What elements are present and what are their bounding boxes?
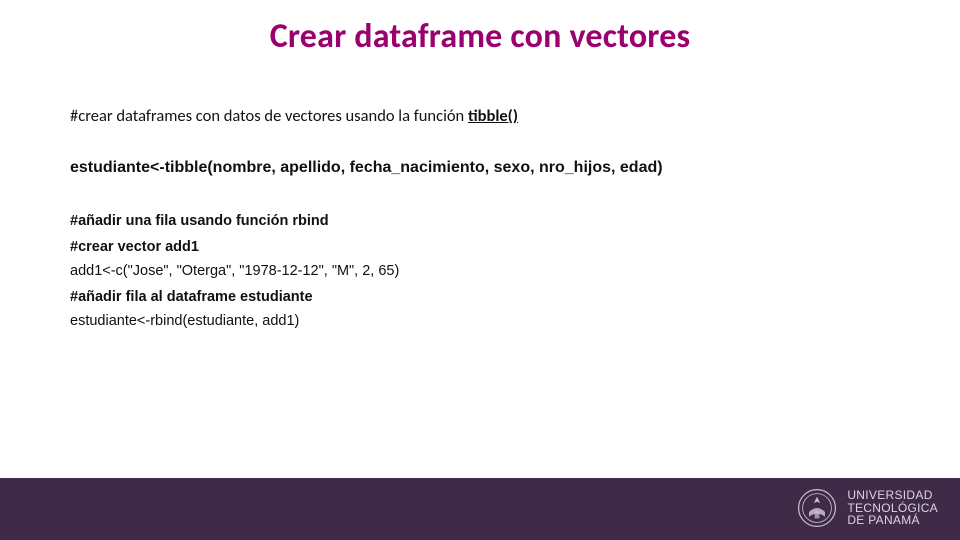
- comment-tibble: #crear dataframes con datos de vectores …: [70, 105, 890, 127]
- university-seal-icon: [797, 488, 837, 528]
- comment-rbind: #añadir una fila usando función rbind: [70, 213, 890, 229]
- university-logo-text: UNIVERSIDAD TECNOLÓGICA DE PANAMÁ: [847, 489, 938, 527]
- section-rbind: #añadir una fila usando función rbind #c…: [70, 213, 890, 329]
- code-tibble-call: estudiante<-tibble(nombre, apellido, fec…: [70, 157, 890, 179]
- comment-create-add1: #crear vector add1: [70, 239, 890, 255]
- slide-body: #crear dataframes con datos de vectores …: [70, 105, 890, 339]
- logo-line-3: DE PANAMÁ: [847, 514, 938, 527]
- university-logo: UNIVERSIDAD TECNOLÓGICA DE PANAMÁ: [797, 488, 938, 528]
- slide: Crear dataframe con vectores #crear data…: [0, 0, 960, 540]
- footer-bar: UNIVERSIDAD TECNOLÓGICA DE PANAMÁ: [0, 478, 960, 540]
- code-add1-vector: add1<-c("Jose", "Oterga", "1978-12-12", …: [70, 263, 890, 279]
- comment-tibble-text: #crear dataframes con datos de vectores …: [70, 106, 468, 126]
- comment-add-row: #añadir fila al dataframe estudiante: [70, 289, 890, 305]
- code-rbind-call: estudiante<-rbind(estudiante, add1): [70, 313, 890, 329]
- comment-tibble-fn: tibble(): [468, 106, 518, 126]
- slide-title: Crear dataframe con vectores: [0, 16, 960, 57]
- logo-line-1: UNIVERSIDAD: [847, 489, 938, 502]
